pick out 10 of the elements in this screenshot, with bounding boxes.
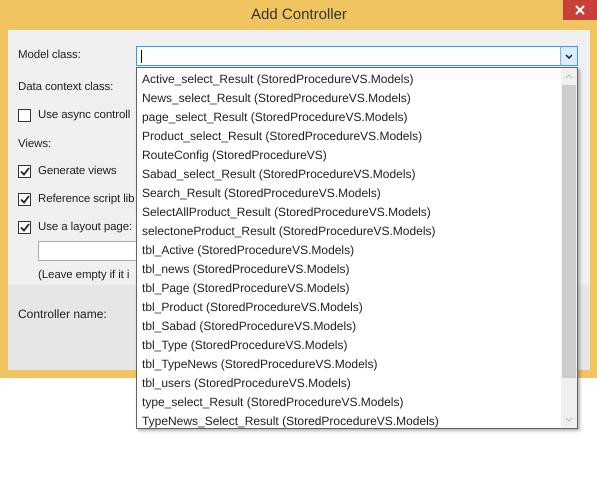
field-label: Controller name:	[18, 306, 107, 323]
window-title: Add Controller	[251, 4, 347, 25]
checkbox-label: Use a layout page:	[38, 220, 132, 236]
field-label: Model class:	[18, 48, 82, 64]
checkbox-label: Generate views	[38, 164, 116, 179]
checkbox-label: Use async controll	[38, 108, 130, 124]
hint-text: (Leave empty if it i	[38, 268, 130, 282]
field-label: Data context class:	[18, 80, 114, 95]
checkbox-label: Reference script lib	[38, 192, 134, 207]
section-label: Views:	[18, 136, 52, 152]
